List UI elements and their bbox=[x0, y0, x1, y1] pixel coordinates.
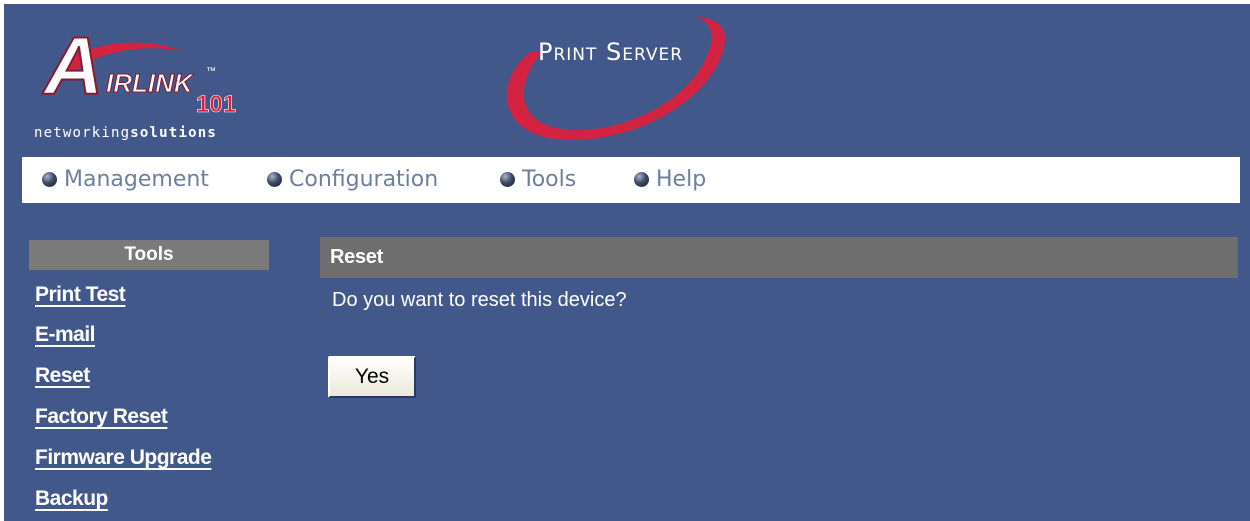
tagline-light: networking bbox=[34, 125, 131, 141]
bullet-icon bbox=[42, 172, 57, 187]
svg-text:101: 101 bbox=[196, 91, 236, 118]
svg-text:A: A bbox=[42, 21, 103, 112]
nav-item-label: Management bbox=[64, 167, 209, 192]
reset-prompt: Do you want to reset this device? bbox=[332, 289, 627, 311]
nav-item-label: Help bbox=[656, 167, 707, 192]
svg-text:™: ™ bbox=[206, 66, 216, 77]
nav-item-label: Tools bbox=[522, 167, 577, 192]
section-header: Reset bbox=[320, 237, 1238, 278]
nav-item-management[interactable]: Management bbox=[42, 167, 209, 192]
sidebar-link-factory-reset[interactable]: Factory Reset bbox=[35, 405, 168, 429]
sidebar-link-print-test[interactable]: Print Test bbox=[35, 283, 126, 307]
logo-tagline: networkingsolutions bbox=[34, 125, 217, 141]
nav-item-label: Configuration bbox=[289, 167, 439, 192]
bullet-icon bbox=[634, 172, 649, 187]
svg-text:IRLINK: IRLINK bbox=[106, 68, 195, 98]
sidebar-link-reset[interactable]: Reset bbox=[35, 364, 90, 388]
bullet-icon bbox=[267, 172, 282, 187]
sidebar-title: Tools bbox=[29, 240, 269, 270]
product-swoosh bbox=[506, 16, 726, 140]
main-nav: Management Configuration Tools Help bbox=[22, 157, 1240, 203]
bullet-icon bbox=[500, 172, 515, 187]
airlink-logo-mark: A IRLINK ™ 101 bbox=[41, 20, 236, 118]
product-title: Print Server bbox=[538, 38, 684, 66]
nav-item-tools[interactable]: Tools bbox=[500, 167, 576, 192]
sidebar-link-email[interactable]: E-mail bbox=[35, 323, 96, 347]
sidebar-link-backup[interactable]: Backup bbox=[35, 487, 108, 511]
tagline-bold: solutions bbox=[130, 125, 217, 141]
nav-item-help[interactable]: Help bbox=[634, 167, 706, 192]
yes-button[interactable]: Yes bbox=[328, 356, 416, 398]
app-window: A IRLINK ™ 101 networkingsolutions Print… bbox=[0, 0, 1250, 521]
section-title: Reset bbox=[330, 246, 383, 268]
nav-item-configuration[interactable]: Configuration bbox=[267, 167, 438, 192]
sidebar-link-firmware-upgrade[interactable]: Firmware Upgrade bbox=[35, 446, 212, 470]
airlink-logo: A IRLINK ™ 101 networkingsolutions bbox=[34, 12, 294, 152]
